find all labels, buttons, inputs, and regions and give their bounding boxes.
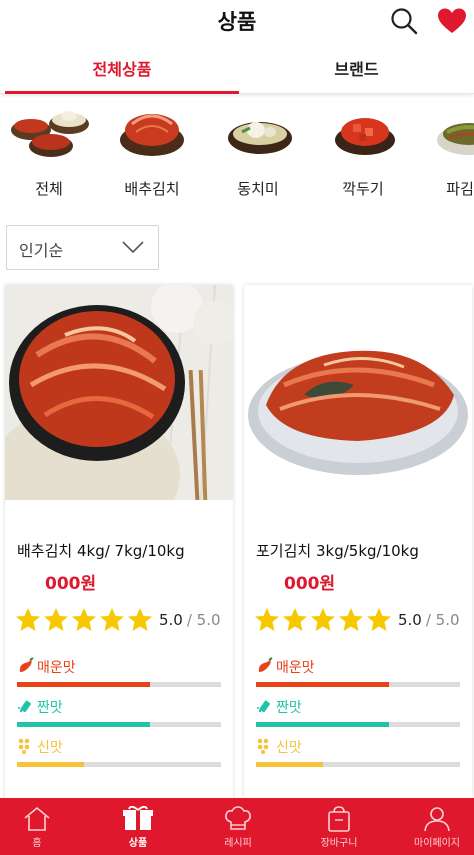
category-label: 깍두기 — [342, 180, 384, 198]
nav-products[interactable]: 상품 — [91, 798, 185, 855]
taste-spicy: 매운맛 — [256, 657, 460, 691]
taste-level-bar — [17, 682, 221, 687]
chef-hat-icon — [225, 806, 251, 830]
rating-max: / 5.0 — [186, 611, 221, 629]
product-image[interactable] — [244, 285, 472, 500]
nav-home[interactable]: 홈 — [0, 798, 84, 855]
taste-level-bar — [256, 762, 460, 767]
category-label: 전체 — [35, 180, 63, 198]
taste-label: 매운맛 — [37, 660, 76, 676]
product-name[interactable]: 포기김치 3kg/5kg/10kg — [256, 540, 419, 561]
rating-max: / 5.0 — [425, 611, 460, 629]
nav-label: 레시피 — [224, 838, 252, 849]
star-icon — [367, 608, 391, 631]
citrus-icon — [257, 738, 269, 754]
product-card[interactable]: 배추김치 4kg/ 7kg/10kg 000원 5.0 / 5.0 매운맛 짠맛 — [5, 285, 233, 805]
star-icon — [255, 608, 279, 631]
taste-label: 신맛 — [37, 740, 63, 756]
kkakdugi-icon — [335, 118, 395, 155]
nav-cart[interactable]: 장바구니 — [292, 798, 386, 855]
taste-level-bar — [256, 682, 460, 687]
taste-spicy: 매운맛 — [17, 657, 221, 691]
nav-label: 홈 — [32, 838, 42, 849]
taste-label: 짠맛 — [37, 700, 63, 716]
user-icon — [424, 807, 450, 832]
taste-level-fill — [17, 682, 150, 687]
heart-icon[interactable] — [437, 7, 467, 35]
home-icon — [24, 806, 50, 831]
rating-score: 5.0 — [159, 611, 183, 629]
product-card[interactable]: 포기김치 3kg/5kg/10kg 000원 5.0 / 5.0 매운맛 짠맛 — [244, 285, 472, 805]
product-price: 000원 — [284, 574, 336, 594]
chili-pepper-icon — [19, 657, 34, 672]
taste-label: 신맛 — [276, 740, 302, 756]
taste-level-fill — [17, 762, 85, 767]
category-item-dongchimi[interactable]: 동치미 — [213, 102, 303, 202]
star-icon — [128, 608, 152, 631]
top-bar: 상품 — [0, 0, 474, 44]
category-item-napa-kimchi[interactable]: 배추김치 — [107, 102, 197, 202]
star-icon — [339, 608, 363, 631]
nav-recipe[interactable]: 레시피 — [191, 798, 285, 855]
nav-label: 장바구니 — [320, 838, 358, 849]
tab-brand[interactable]: 브랜드 — [239, 50, 474, 94]
category-item-kkakdugi[interactable]: 깍두기 — [318, 102, 408, 202]
chili-pepper-icon — [258, 657, 273, 672]
rating-row: 5.0 / 5.0 — [254, 607, 460, 633]
taste-level-fill — [17, 722, 150, 727]
dongchimi-icon — [228, 122, 292, 154]
category-label: 파김치 — [446, 180, 474, 198]
star-icon — [283, 608, 307, 631]
category-item-all[interactable]: 전체 — [4, 102, 94, 202]
salt-shaker-icon — [18, 700, 31, 713]
star-icon — [72, 608, 96, 631]
chevron-down-icon — [122, 241, 144, 254]
napa-kimchi-icon — [120, 114, 184, 156]
taste-label: 매운맛 — [276, 660, 315, 676]
star-icon — [100, 608, 124, 631]
star-icon — [44, 608, 68, 631]
taste-label: 짠맛 — [276, 700, 302, 716]
taste-level-bar — [256, 722, 460, 727]
category-item-pa-kimchi[interactable]: 파김치 — [422, 102, 474, 202]
rating-score: 5.0 — [398, 611, 422, 629]
taste-salty: 짠맛 — [256, 697, 460, 731]
tab-all-products[interactable]: 전체상품 — [5, 50, 239, 94]
taste-sour: 신맛 — [256, 737, 460, 771]
product-name[interactable]: 배추김치 4kg/ 7kg/10kg — [17, 540, 185, 561]
nav-mypage[interactable]: 마이페이지 — [390, 798, 474, 855]
rating-row: 5.0 / 5.0 — [15, 607, 221, 633]
taste-salty: 짠맛 — [17, 697, 221, 731]
taste-level-bar — [17, 762, 221, 767]
product-image[interactable] — [5, 285, 233, 500]
nav-label: 상품 — [128, 838, 148, 849]
nav-label: 마이페이지 — [414, 838, 460, 849]
star-icon — [311, 608, 335, 631]
taste-sour: 신맛 — [17, 737, 221, 771]
taste-level-bar — [17, 722, 221, 727]
product-price: 000원 — [45, 574, 97, 594]
taste-level-fill — [256, 682, 389, 687]
citrus-icon — [18, 738, 30, 754]
shopping-bag-icon — [328, 806, 350, 832]
category-label: 배추김치 — [124, 180, 180, 198]
category-scroller[interactable]: 전체 배추김치 동치미 깍두기 파김 — [0, 96, 474, 206]
taste-level-fill — [256, 722, 389, 727]
sort-selected-value: 인기순 — [19, 241, 64, 260]
sort-dropdown[interactable]: 인기순 — [6, 225, 159, 270]
taste-level-fill — [256, 762, 324, 767]
pa-kimchi-icon — [437, 123, 474, 155]
gift-box-icon — [123, 806, 153, 830]
kimchi-assortment-icon — [11, 111, 89, 157]
category-label: 동치미 — [237, 180, 279, 198]
bottom-navigation: 홈 상품 레시피 장바구니 마이페이지 — [0, 798, 474, 855]
salt-shaker-icon — [257, 700, 270, 713]
search-icon[interactable] — [389, 6, 419, 36]
star-icon — [16, 608, 40, 631]
tab-bar: 전체상품 브랜드 — [0, 50, 474, 94]
